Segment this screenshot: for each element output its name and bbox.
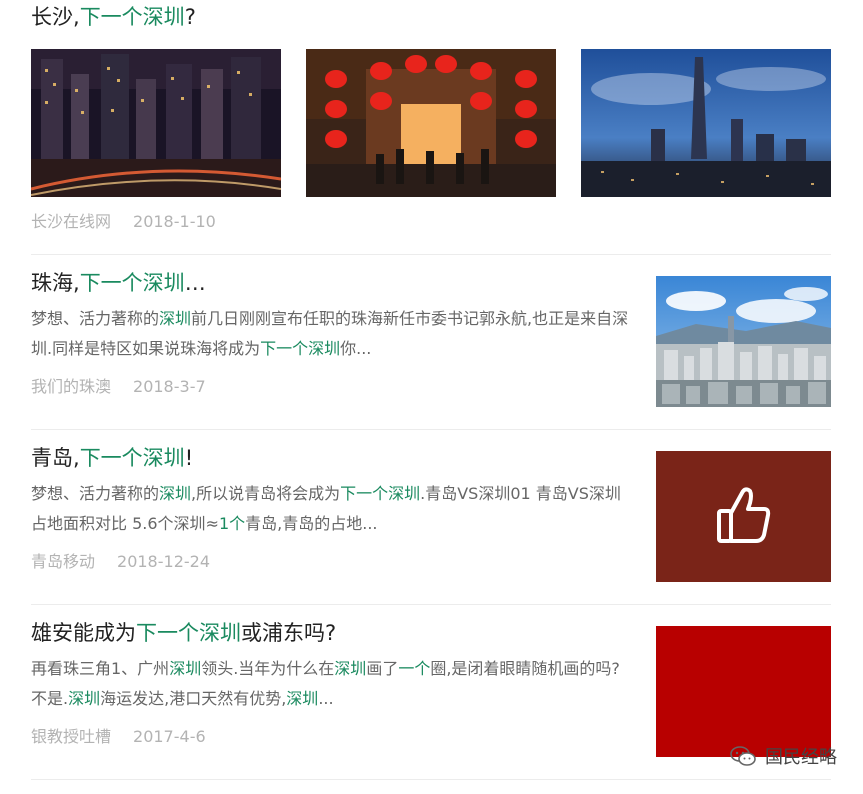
article-summary: 梦想、活力著称的深圳前几日刚刚宣布任职的珠海新任市委书记郭永航,也正是来自深圳.…: [31, 304, 631, 364]
thumbnail-solid-red[interactable]: [656, 626, 831, 757]
text-segment: ,所以说青岛将会成为: [191, 484, 341, 503]
thumbnail-row: [31, 49, 831, 197]
text-segment: …: [184, 271, 206, 295]
article-title[interactable]: 青岛,下一个深圳!: [31, 443, 631, 473]
article-date: 2018-3-7: [133, 377, 206, 396]
article-source[interactable]: 银教授吐槽: [31, 727, 111, 746]
text-segment: ?: [184, 5, 196, 29]
thumbs-up-icon: [717, 487, 771, 543]
text-segment: 梦想、活力著称的: [31, 309, 160, 328]
highlight-keyword: 深圳: [334, 659, 367, 678]
article-card-changsha[interactable]: 长沙,下一个深圳? 长沙在线网 2018-1-10: [31, 0, 831, 231]
watermark: 国民经略: [729, 743, 837, 769]
article-title[interactable]: 珠海,下一个深圳…: [31, 268, 631, 298]
thumbnail-temple-lanterns-street[interactable]: [306, 49, 556, 197]
article-card-zhuhai[interactable]: 珠海,下一个深圳… 梦想、活力著称的深圳前几日刚刚宣布任职的珠海新任市委书记郭永…: [31, 268, 831, 418]
article-meta: 银教授吐槽 2017-4-6: [31, 726, 206, 748]
divider: [31, 604, 831, 605]
text-segment: 长沙,: [31, 5, 80, 29]
thumbnail-thumbs-up[interactable]: [656, 451, 831, 582]
highlight-keyword: 深圳: [169, 659, 202, 678]
article-date: 2018-12-24: [117, 552, 210, 571]
text-segment: 珠海,: [31, 271, 80, 295]
divider: [31, 254, 831, 255]
text-segment: 雄安能成为: [31, 621, 136, 645]
divider: [31, 779, 831, 780]
wechat-icon: [730, 746, 756, 766]
text-segment: 青岛,: [31, 446, 80, 470]
text-segment: 画了: [366, 659, 399, 678]
text-segment: ...: [318, 689, 334, 708]
thumbnail-city-panorama-blue-sky[interactable]: [656, 276, 831, 407]
highlight-keyword: 下一个深圳: [136, 621, 241, 645]
thumbnail-shenzhen-dusk-skyline[interactable]: [581, 49, 831, 197]
text-segment: 海运发达,港口天然有优势,: [100, 689, 287, 708]
article-summary: 梦想、活力著称的深圳,所以说青岛将会成为下一个深圳.青岛VS深圳01 青岛VS深…: [31, 479, 631, 539]
highlight-keyword: 深圳: [68, 689, 101, 708]
highlight-keyword: 深圳: [159, 309, 192, 328]
text-segment: 或浦东吗?: [241, 621, 337, 645]
thumbnail-changsha-night-skyline[interactable]: [31, 49, 281, 197]
article-meta: 青岛移动 2018-12-24: [31, 551, 210, 573]
article-title[interactable]: 雄安能成为下一个深圳或浦东吗?: [31, 618, 631, 648]
highlight-keyword: 下一个深圳: [340, 484, 421, 503]
article-source[interactable]: 青岛移动: [31, 552, 95, 571]
article-meta: 长沙在线网 2018-1-10: [31, 211, 216, 233]
highlight-keyword: 下一个深圳: [79, 5, 185, 29]
article-card-qingdao[interactable]: 青岛,下一个深圳! 梦想、活力著称的深圳,所以说青岛将会成为下一个深圳.青岛VS…: [31, 443, 831, 593]
highlight-keyword: 1个: [218, 514, 246, 533]
watermark-text: 国民经略: [765, 747, 837, 768]
highlight-keyword: 深圳: [159, 484, 192, 503]
highlight-keyword: 一个: [398, 659, 431, 678]
text-segment: !: [184, 446, 194, 470]
divider: [31, 429, 831, 430]
text-segment: 领头.当年为什么在: [201, 659, 335, 678]
highlight-keyword: 下一个深圳: [79, 271, 185, 295]
article-source[interactable]: 长沙在线网: [31, 212, 111, 231]
article-date: 2018-1-10: [133, 212, 216, 231]
article-date: 2017-4-6: [133, 727, 206, 746]
article-summary: 再看珠三角1、广州深圳领头.当年为什么在深圳画了一个圈,是闭着眼睛随机画的吗?不…: [31, 654, 631, 714]
text-segment: 梦想、活力著称的: [31, 484, 160, 503]
highlight-keyword: 下一个深圳: [260, 339, 341, 358]
article-card-xiongan[interactable]: 雄安能成为下一个深圳或浦东吗? 再看珠三角1、广州深圳领头.当年为什么在深圳画了…: [31, 618, 831, 768]
article-title[interactable]: 长沙,下一个深圳?: [31, 0, 831, 34]
text-segment: 青岛,青岛的占地...: [245, 514, 378, 533]
text-segment: 你...: [340, 339, 372, 358]
highlight-keyword: 深圳: [286, 689, 319, 708]
article-source[interactable]: 我们的珠澳: [31, 377, 111, 396]
article-meta: 我们的珠澳 2018-3-7: [31, 376, 206, 398]
highlight-keyword: 下一个深圳: [79, 446, 185, 470]
text-segment: 再看珠三角1、广州: [31, 659, 170, 678]
